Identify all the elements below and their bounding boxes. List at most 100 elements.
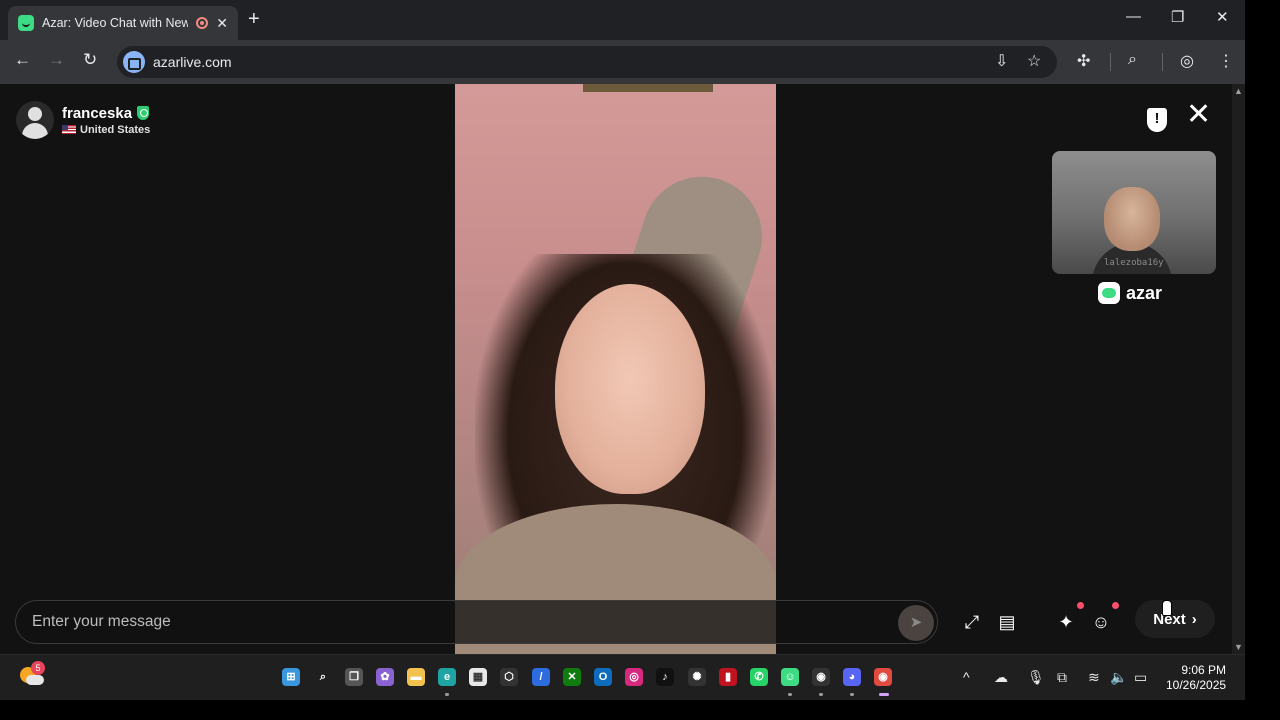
forward-arrow-icon[interactable]: →: [48, 50, 65, 70]
azar-logo-icon: [1098, 282, 1120, 304]
browser-toolbar: ← → ↻ azarlive.com ⇩ ☆ ✣ ⌕ ◎ ⋮: [0, 40, 1245, 84]
minimize-button[interactable]: —: [1126, 8, 1141, 25]
bookmark-star-icon[interactable]: ☆: [1027, 51, 1041, 71]
browser-tab[interactable]: Azar: Video Chat with New ✕: [8, 6, 238, 40]
windows-taskbar: 5 ⊞ ⌕ ❐ ✿ ▬ e ▦ ⬡ / ✕ O ◎ ♪ ✺ ▮ ✆ ☺ ◉ ◕ …: [0, 654, 1245, 700]
wifi-icon[interactable]: ≋: [1088, 669, 1100, 686]
tab-close-icon[interactable]: ✕: [216, 15, 228, 32]
profile-name: franceska: [62, 104, 133, 122]
app-hex-icon[interactable]: ⬡: [500, 668, 518, 686]
close-chat-icon[interactable]: ✕: [1186, 100, 1211, 130]
screen-border-right: [1245, 0, 1280, 720]
browser-titlebar: Azar: Video Chat with New ✕ + — ❐ ✕: [0, 0, 1245, 40]
whatsapp-icon[interactable]: ✆: [750, 668, 768, 686]
copilot-icon[interactable]: ✿: [376, 668, 394, 686]
microphone-icon[interactable]: 🎙: [1027, 669, 1045, 686]
discord-icon[interactable]: ◕: [843, 668, 861, 686]
volume-speaker-icon[interactable]: 🔈: [1110, 669, 1127, 686]
url-text[interactable]: azarlive.com: [153, 54, 232, 70]
effects-sparkle-icon[interactable]: ✦: [1051, 607, 1081, 637]
mouse-hand-cursor: [1162, 600, 1172, 616]
scroll-down-arrow-icon[interactable]: ▼: [1234, 642, 1243, 652]
task-view-icon[interactable]: ❐: [345, 668, 363, 686]
menu-kebab-icon[interactable]: ⋮: [1218, 51, 1234, 71]
discord-running-indicator: [850, 693, 854, 696]
screen-border-bottom: [0, 700, 1280, 720]
screen-share-icon[interactable]: ⧉: [1057, 669, 1067, 686]
tiktok-icon[interactable]: ♪: [656, 668, 674, 686]
chatgpt-icon[interactable]: ✺: [688, 668, 706, 686]
profile-icon[interactable]: ◎: [1180, 51, 1194, 71]
app-blue-icon[interactable]: /: [532, 668, 550, 686]
xbox-icon[interactable]: ✕: [563, 668, 581, 686]
file-explorer-icon[interactable]: ▬: [407, 668, 425, 686]
instagram-icon[interactable]: ◎: [625, 668, 643, 686]
window-close-button[interactable]: ✕: [1216, 8, 1229, 26]
onedrive-cloud-icon[interactable]: ☁: [994, 669, 1008, 686]
toolbar-divider: [1162, 53, 1163, 71]
layout-toggle-icon[interactable]: ▤: [992, 607, 1022, 637]
chrome-icon[interactable]: ◉: [874, 668, 892, 686]
azar-page: franceska United States ! ✕ lalezoba16y …: [0, 84, 1245, 654]
self-watermark: lalezoba16y: [1104, 258, 1164, 268]
chrome-active-indicator: [879, 693, 889, 696]
azar-favicon-icon: [18, 15, 34, 31]
address-bar[interactable]: azarlive.com: [117, 46, 1057, 78]
maximize-button[interactable]: ❐: [1171, 8, 1184, 26]
weather-badge: 5: [31, 661, 45, 675]
toolbar-divider: [1110, 53, 1111, 71]
recording-indicator-icon: [196, 17, 209, 29]
new-tab-button[interactable]: +: [248, 8, 260, 31]
install-app-icon[interactable]: ⇩: [995, 51, 1008, 71]
weather-cloud-shape: [26, 675, 44, 685]
fullscreen-icon[interactable]: ⤢: [957, 607, 987, 637]
azar-taskbar-icon[interactable]: ☺: [781, 668, 799, 686]
azar-running-indicator: [788, 693, 792, 696]
azar-logo: azar: [1098, 282, 1162, 304]
send-button[interactable]: ➤: [898, 605, 934, 641]
battery-icon[interactable]: ▭: [1134, 669, 1147, 686]
back-arrow-icon[interactable]: ←: [14, 50, 31, 70]
sticker-face-icon[interactable]: ☺: [1086, 607, 1116, 637]
us-flag-icon: [62, 125, 76, 134]
message-bar[interactable]: ➤: [15, 600, 938, 644]
partner-video: [455, 84, 776, 654]
search-icon[interactable]: ⌕: [314, 668, 332, 686]
outlook-icon[interactable]: O: [594, 668, 612, 686]
avatar-body-shape: [22, 123, 48, 139]
report-shield-icon[interactable]: !: [1147, 108, 1167, 132]
self-face-shape: [1104, 187, 1160, 251]
reload-icon[interactable]: ↻: [83, 50, 97, 70]
message-input[interactable]: [32, 613, 892, 631]
partner-profile[interactable]: franceska United States: [16, 101, 150, 139]
effects-notification-dot: [1077, 602, 1084, 609]
scroll-up-arrow-icon[interactable]: ▲: [1234, 86, 1243, 96]
chevron-right-icon: ›: [1191, 610, 1197, 628]
next-button[interactable]: Next ›: [1135, 600, 1215, 638]
avatar-head-shape: [28, 107, 42, 121]
obs-icon[interactable]: ◉: [812, 668, 830, 686]
extensions-puzzle-icon[interactable]: ✣: [1077, 51, 1090, 71]
tray-overflow-chevron-icon[interactable]: ^: [963, 669, 970, 685]
picture-frame-edge: [583, 84, 713, 92]
clock-time: 9:06 PM: [1181, 663, 1227, 677]
profile-name-row: franceska: [62, 105, 150, 122]
obs-running-indicator: [819, 693, 823, 696]
profile-info: franceska United States: [62, 105, 150, 136]
azar-logo-text: azar: [1126, 282, 1163, 303]
start-windows-icon[interactable]: ⊞: [282, 668, 300, 686]
tab-search-icon[interactable]: ⌕: [1128, 51, 1137, 69]
page-scrollbar[interactable]: ▲ ▼: [1232, 84, 1245, 654]
system-clock[interactable]: 9:06 PM 10/26/2025: [1166, 663, 1226, 693]
store-icon[interactable]: ▦: [469, 668, 487, 686]
verified-shield-icon: [137, 106, 150, 120]
profile-country-row: United States: [62, 124, 150, 136]
site-camera-icon[interactable]: [123, 51, 145, 73]
avatar[interactable]: [16, 101, 54, 139]
self-camera-preview[interactable]: lalezoba16y: [1052, 151, 1216, 274]
edge-browser-icon[interactable]: e: [438, 668, 456, 686]
sticker-notification-dot: [1112, 602, 1119, 609]
clock-date: 10/26/2025: [1166, 678, 1227, 692]
video-face-shape: [555, 284, 705, 494]
app-red-icon[interactable]: ▮: [719, 668, 737, 686]
